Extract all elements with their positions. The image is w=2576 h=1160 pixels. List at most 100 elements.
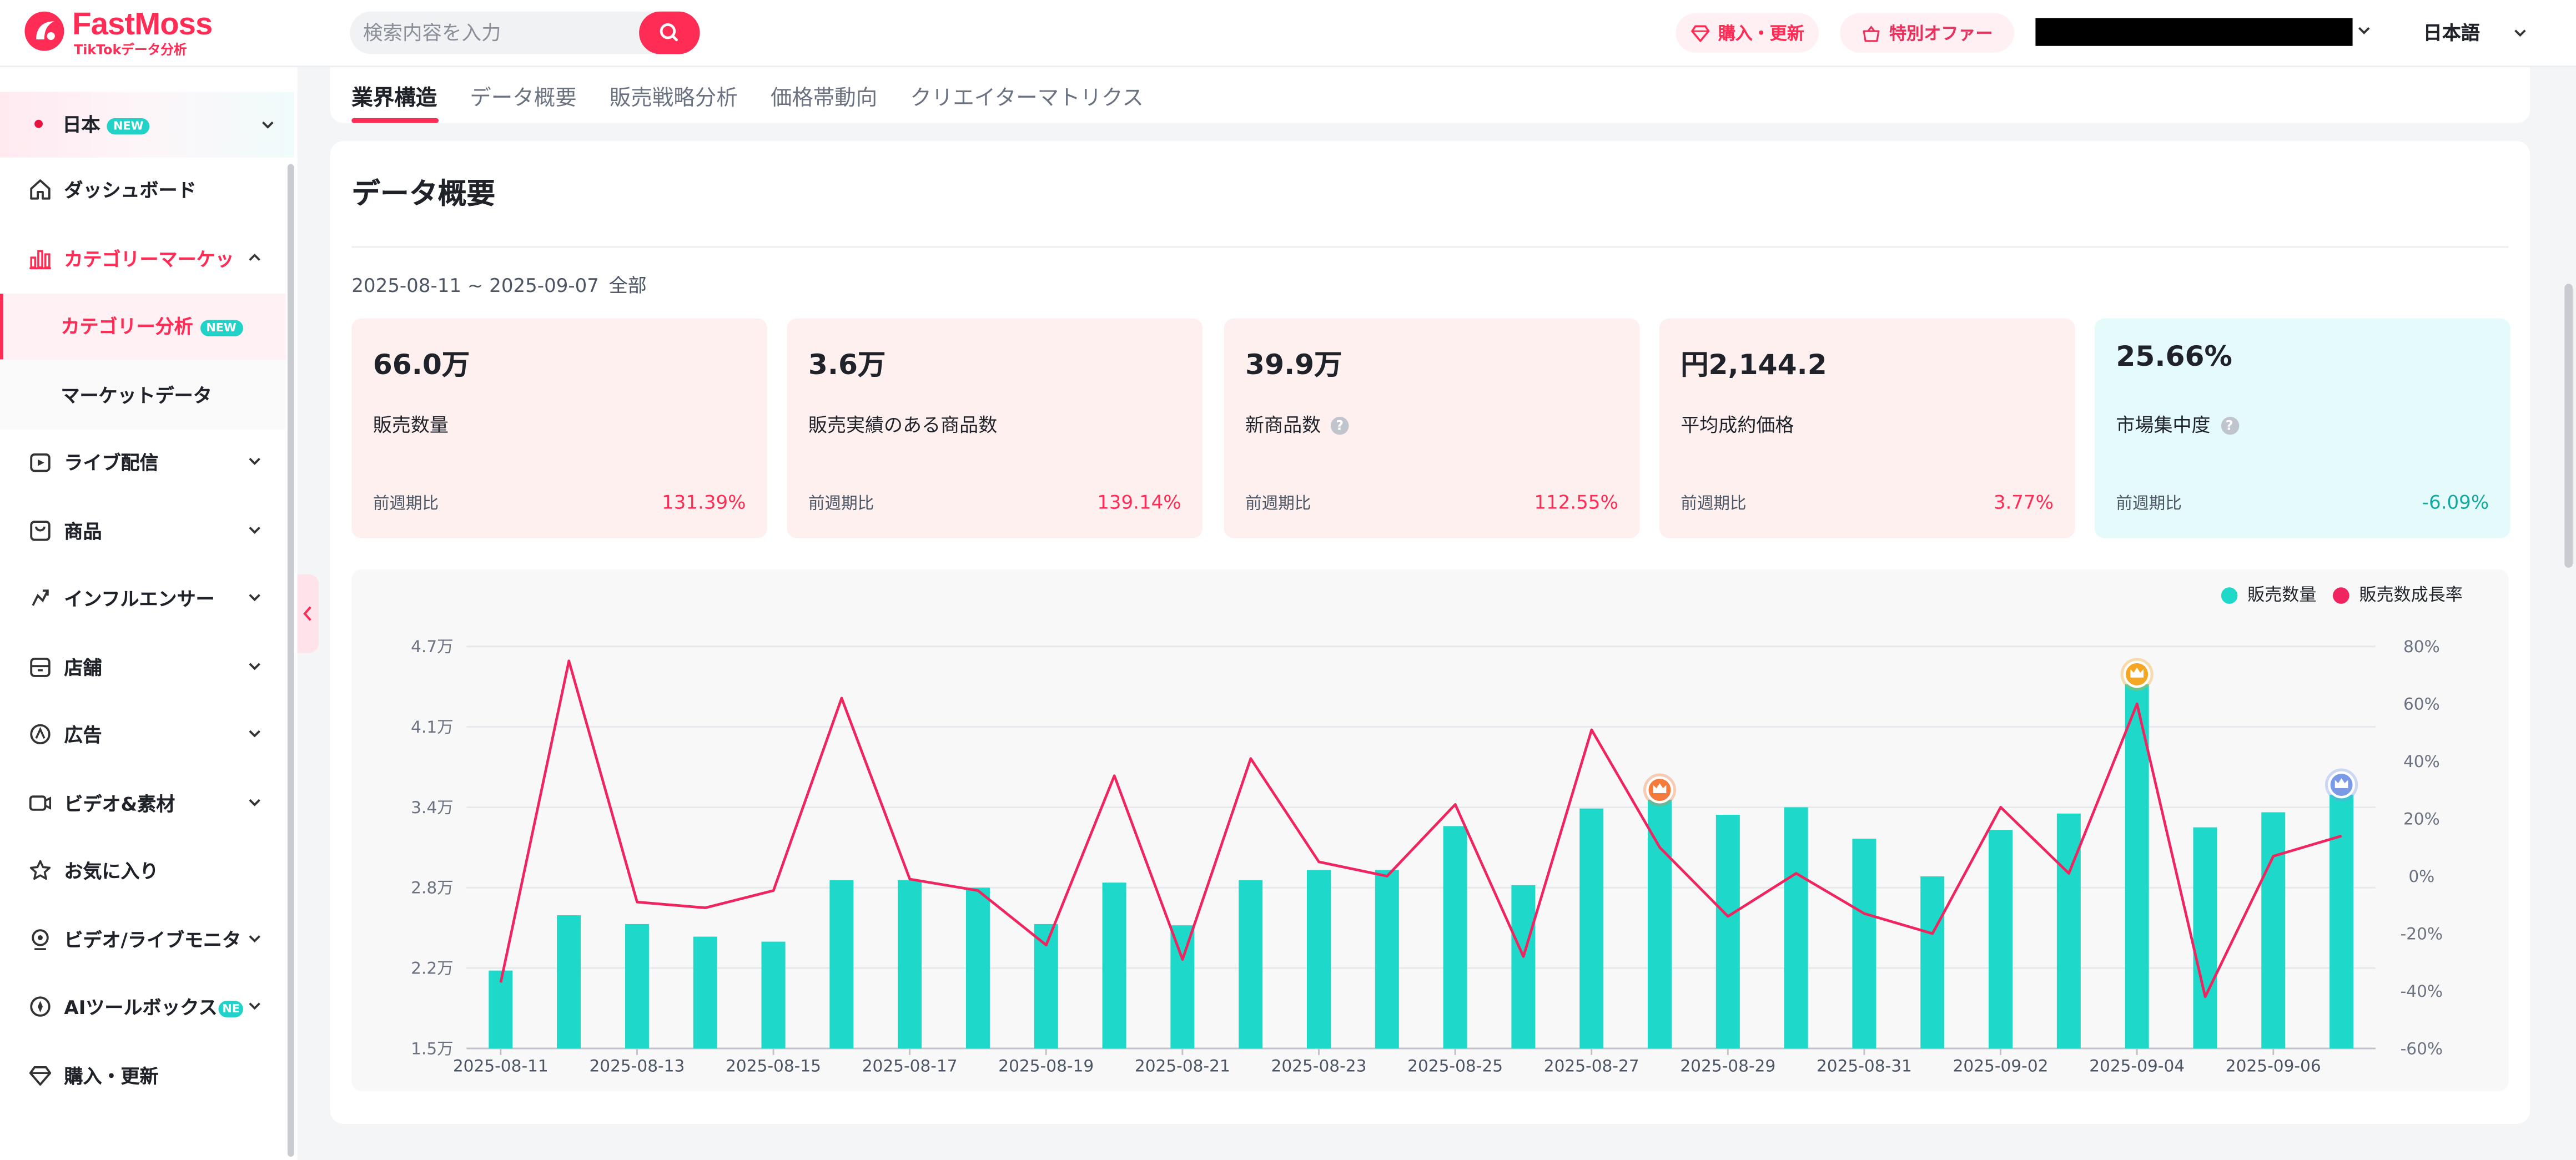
chevron-down-icon: [2514, 29, 2526, 37]
y-left-tick-label: 1.5万: [411, 1039, 454, 1058]
region-flag-dot: [34, 119, 43, 128]
data-overview-card: データ概要 2025-08-11 ~ 2025-09-07 全部 66.0万 販売…: [330, 141, 2530, 1124]
y-left-tick-label: 4.7万: [411, 637, 454, 656]
y-right-tick-label: 60%: [2403, 695, 2440, 714]
bar-sales-volume: [693, 936, 717, 1048]
stat-value: 円2,144.2: [1681, 349, 1827, 382]
chevron-down-icon[interactable]: [2356, 21, 2372, 41]
stat-change: -6.09%: [2422, 490, 2489, 514]
sidebar-item-dashboard[interactable]: ダッシュボード: [0, 158, 289, 223]
bar-sales-volume: [1375, 870, 1399, 1048]
divider: [351, 246, 2509, 248]
sidebar-subitem-market-data[interactable]: マーケットデータ: [0, 362, 286, 428]
sidebar-item-products[interactable]: 商品: [0, 499, 289, 564]
region-selector[interactable]: 日本 NEW: [0, 92, 294, 158]
bar-sales-volume: [2056, 813, 2081, 1048]
x-tick-label: 2025-08-23: [1271, 1056, 1367, 1075]
star-icon: [29, 860, 51, 880]
account-name-redacted[interactable]: [2035, 18, 2353, 46]
stat-compare-label: 前週期比: [1245, 495, 1311, 514]
sidebar-item-ai-toolbox[interactable]: AIツールボックス NE: [0, 975, 289, 1040]
bar-sales-volume: [557, 915, 581, 1048]
search-button[interactable]: [639, 11, 700, 54]
bar-chart-icon: [29, 250, 51, 270]
chevron-down-icon: [262, 121, 274, 129]
tab-data-overview[interactable]: データ概要: [470, 80, 576, 112]
sidebar-item-label: AIツールボックス NE: [64, 994, 243, 1020]
sidebar-item-favorites[interactable]: お気に入り: [0, 839, 289, 904]
video-icon: [29, 795, 52, 811]
fastmoss-logo-icon: [24, 11, 64, 51]
new-badge: NEW: [107, 118, 150, 135]
tab-price-trend[interactable]: 価格帯動向: [771, 80, 877, 112]
y-right-tick-label: 40%: [2403, 752, 2440, 771]
stat-value: 25.66%: [2116, 341, 2232, 375]
influencer-icon: [32, 589, 49, 606]
sidebar-item-purchase[interactable]: 購入・更新: [0, 1043, 289, 1109]
language-label: 日本語: [2423, 21, 2480, 44]
sidebar-item-live[interactable]: ライブ配信: [0, 430, 289, 496]
y-right-tick-label: 0%: [2408, 867, 2434, 886]
date-range: 2025-08-11 ~ 2025-09-07 全部: [351, 273, 647, 299]
sidebar-item-monitor[interactable]: ビデオ/ライブモニタ: [0, 907, 289, 973]
new-badge: NE: [219, 1001, 243, 1017]
sidebar-item-label: 広告: [64, 723, 102, 747]
bar-sales-volume: [761, 941, 786, 1048]
sidebar-item-video-materials[interactable]: ビデオ&素材: [0, 771, 289, 836]
diamond-icon: [29, 1066, 52, 1086]
gift-icon: [1863, 24, 1880, 42]
special-offer-button[interactable]: 特別オファー: [1840, 13, 2014, 53]
y-right-tick-label: 20%: [2403, 809, 2440, 828]
bar-sales-volume: [2261, 812, 2286, 1048]
stat-label: 販売実績のある商品数: [808, 412, 997, 438]
bar-sales-volume: [1715, 815, 1740, 1048]
tab-creator-matrix[interactable]: クリエイターマトリクス: [910, 80, 1143, 112]
chevron-down-icon: [249, 457, 260, 465]
stat-value: 3.6万: [808, 349, 886, 382]
stat-change: 112.55%: [1534, 490, 1618, 514]
sidebar-scrollbar[interactable]: [287, 164, 294, 1157]
x-tick-label: 2025-08-13: [589, 1056, 685, 1075]
y-right-tick-label: -20%: [2401, 924, 2443, 943]
search-input[interactable]: [350, 11, 640, 54]
chevron-down-icon: [249, 799, 260, 806]
sidebar-item-label: ダッシュボード: [64, 179, 197, 202]
store-icon: [30, 657, 51, 677]
region-name: 日本: [62, 113, 100, 137]
sidebar-item-stores[interactable]: 店舗: [0, 635, 289, 700]
search-icon: [660, 23, 678, 42]
tab-sales-strategy[interactable]: 販売戦略分析: [610, 80, 738, 112]
section-tabs: 業界構造 データ概要 販売戦略分析 価格帯動向 クリエイターマトリクス: [330, 67, 2530, 123]
stat-label-text: 市場集中度: [2116, 413, 2211, 437]
sidebar-item-label: 購入・更新: [64, 1065, 159, 1088]
chevron-down-icon: [249, 594, 260, 602]
sidebar-item-label: ビデオ&素材: [64, 792, 175, 816]
sidebar-item-ads[interactable]: 広告: [0, 702, 289, 768]
y-left-tick-label: 3.4万: [411, 798, 454, 817]
sidebar-item-category-market[interactable]: カテゴリーマーケッ: [0, 226, 289, 292]
sidebar-item-text: AIツールボックス: [64, 996, 218, 1019]
chevron-down-icon: [249, 663, 260, 670]
stat-card-average-price: 円2,144.2 平均成約価格 前週期比 3.77%: [1659, 318, 2075, 538]
sidebar-collapse-button[interactable]: [297, 574, 319, 653]
home-icon: [30, 179, 51, 200]
stat-value: 39.9万: [1245, 349, 1342, 382]
sidebar-subitem-category-analysis[interactable]: カテゴリー分析 NEW: [0, 294, 286, 360]
fastmoss-logo[interactable]: FastMoss TikTokデータ分析: [23, 8, 213, 61]
page-scrollbar[interactable]: [2564, 284, 2573, 568]
help-icon[interactable]: ?: [2220, 416, 2238, 434]
tab-industry-structure[interactable]: 業界構造: [351, 80, 437, 112]
sidebar-item-influencer[interactable]: インフルエンサー: [0, 566, 289, 632]
chevron-down-icon: [249, 935, 260, 943]
help-icon[interactable]: ?: [1330, 416, 1349, 434]
app-root: FastMoss TikTokデータ分析 購入・更新 特別オファー: [0, 0, 2576, 1160]
y-right-tick-label: -40%: [2401, 982, 2443, 1001]
buy-renew-button[interactable]: 購入・更新: [1676, 13, 1819, 53]
x-tick-label: 2025-08-31: [1817, 1056, 1912, 1075]
bar-sales-volume: [1920, 876, 1945, 1048]
stat-label: 新商品数?: [1245, 412, 1349, 438]
bar-sales-volume: [1443, 826, 1467, 1048]
x-tick-label: 2025-08-21: [1135, 1056, 1230, 1075]
language-selector[interactable]: 日本語: [2405, 13, 2543, 53]
stat-value: 66.0万: [373, 349, 470, 382]
